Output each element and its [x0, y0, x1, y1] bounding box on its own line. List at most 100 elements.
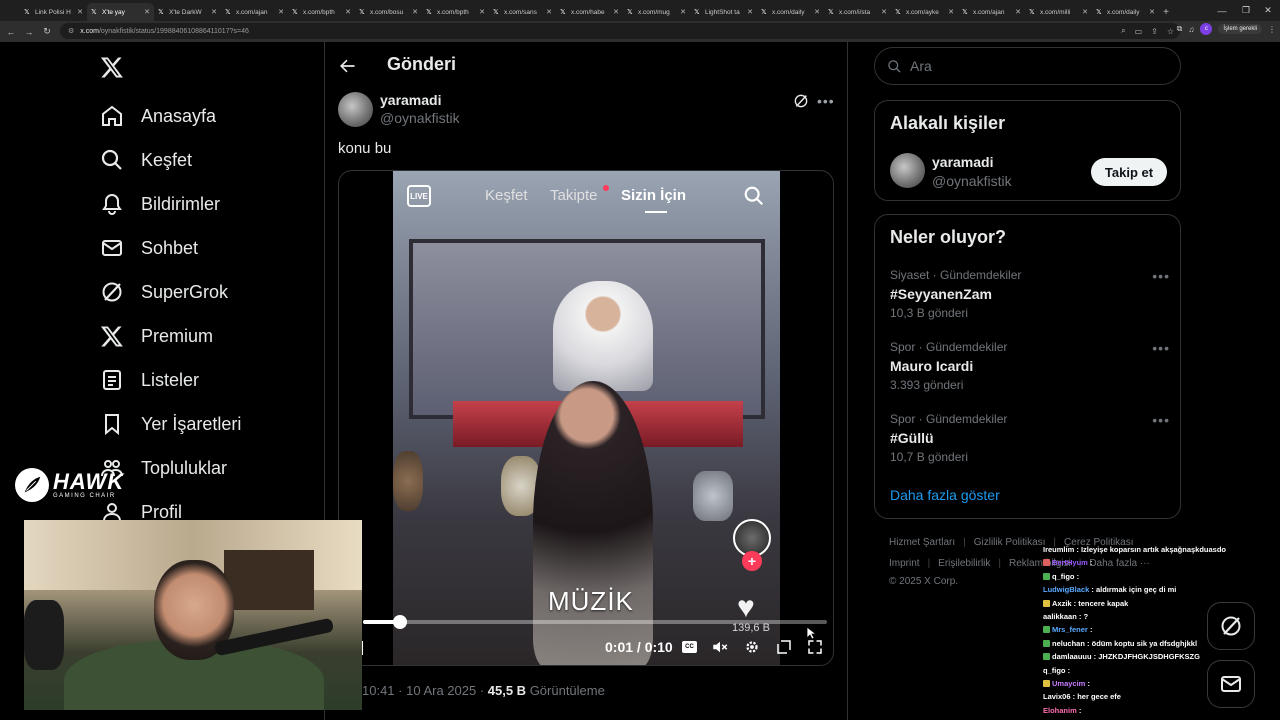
nav-item-label: Premium [141, 325, 214, 346]
trend-item[interactable]: Siyaset · Gündemdekiler #SeyyanenZam 10,… [890, 268, 1170, 320]
related-avatar[interactable] [890, 153, 925, 188]
nav-item-sohbet[interactable]: Sohbet [100, 233, 198, 263]
back-icon[interactable]: ← [2, 23, 20, 41]
back-arrow-icon[interactable] [337, 56, 357, 76]
settings-icon[interactable] [743, 638, 761, 656]
trend-more-icon[interactable]: ••• [1152, 340, 1170, 356]
trend-more-icon[interactable]: ••• [1152, 412, 1170, 428]
browser-tab[interactable]: 𝕏x.com/mug ✕ [623, 3, 690, 21]
tab-close-icon[interactable]: ✕ [144, 8, 150, 16]
footer-copyright: © 2025 X Corp. [889, 576, 959, 587]
reload-icon[interactable]: ↻ [38, 23, 56, 41]
tab-label: x.com/ayke [906, 8, 939, 16]
footer-link[interactable]: Hizmet Şartları [889, 537, 955, 548]
follow-button[interactable]: Takip et [1091, 158, 1167, 186]
pip-icon[interactable] [775, 638, 793, 656]
tab-close-icon[interactable]: ✕ [814, 8, 820, 16]
tab-close-icon[interactable]: ✕ [211, 8, 217, 16]
author-handle[interactable]: @oynakfistik [380, 110, 460, 126]
right-divider [847, 42, 848, 720]
tab-close-icon[interactable]: ✕ [613, 8, 619, 16]
show-more-link[interactable]: Daha fazla göster [890, 487, 1000, 503]
media-icon[interactable]: ♫ [1188, 25, 1194, 34]
browser-tab[interactable]: 𝕏x.com/habe ✕ [556, 3, 623, 21]
mute-icon[interactable] [711, 638, 729, 656]
trend-item[interactable]: Spor · Gündemdekiler Mauro Icardi 3.393 … [890, 340, 1170, 392]
tab-close-icon[interactable]: ✕ [345, 8, 351, 16]
close-window-icon[interactable]: ✕ [1256, 0, 1280, 21]
search-input[interactable]: Ara [874, 47, 1181, 85]
browser-tab[interactable]: 𝕏x.com/bpth ✕ [288, 3, 355, 21]
nav-item-anasayfa[interactable]: Anasayfa [100, 101, 216, 131]
post-timestamp[interactable]: 10:41 · 10 Ara 2025 · [362, 683, 488, 698]
tab-close-icon[interactable]: ✕ [412, 8, 418, 16]
author-avatar[interactable] [338, 92, 373, 127]
video-progress-bar[interactable] [363, 615, 827, 629]
tab-close-icon[interactable]: ✕ [1149, 8, 1155, 16]
tab-close-icon[interactable]: ✕ [747, 8, 753, 16]
new-tab-icon[interactable]: + [1159, 3, 1173, 21]
share-icon[interactable]: ⇪ [1151, 27, 1158, 36]
tab-close-icon[interactable]: ✕ [881, 8, 887, 16]
browser-tab[interactable]: 𝕏 X'te yay ✕ [87, 3, 154, 21]
footer-link[interactable]: Imprint [889, 558, 920, 569]
nav-item-supergrok[interactable]: SuperGrok [100, 277, 228, 307]
browser-tab[interactable]: 𝕏x.com/daily ✕ [757, 3, 824, 21]
browser-tab[interactable]: 𝕏x.com/daily ✕ [1092, 3, 1159, 21]
cast-icon[interactable]: ▭ [1135, 27, 1143, 36]
nav-item-keşfet[interactable]: Keşfet [100, 145, 192, 175]
tab-close-icon[interactable]: ✕ [1082, 8, 1088, 16]
tab-close-icon[interactable]: ✕ [948, 8, 954, 16]
chat-message: Elohanim : [1043, 704, 1243, 717]
tab-close-icon[interactable]: ✕ [77, 8, 83, 16]
nav-item-bildirimler[interactable]: Bildirimler [100, 189, 220, 219]
address-bar[interactable]: ⚙ x.com/oynakfistik/status/1998840610886… [60, 23, 1180, 39]
related-name[interactable]: yaramadi [932, 154, 993, 170]
browser-tab[interactable]: 𝕏x.com/ayke ✕ [891, 3, 958, 21]
tab-close-icon[interactable]: ✕ [546, 8, 552, 16]
tab-close-icon[interactable]: ✕ [278, 8, 284, 16]
browser-tab[interactable]: 𝕏x.com/ajan ✕ [221, 3, 288, 21]
maximize-icon[interactable]: ❐ [1234, 0, 1258, 21]
video-scrubber[interactable] [393, 615, 408, 629]
footer-link[interactable]: Gizlilik Politikası [974, 537, 1046, 548]
post-video[interactable]: LIVE Keşfet Takipte Sizin İçin + ♥ 139,6… [338, 170, 834, 666]
trend-item[interactable]: Spor · Gündemdekiler #Güllü 10,7 B gönde… [890, 412, 1170, 464]
extensions-icon[interactable]: ⧉ [1177, 24, 1183, 34]
browser-tab[interactable]: 𝕏 LightShot ta ✕ [690, 3, 757, 21]
browser-menu-icon[interactable]: ⋮ [1268, 25, 1276, 34]
fullscreen-icon[interactable] [806, 638, 824, 656]
video-frame[interactable]: LIVE Keşfet Takipte Sizin İçin + ♥ 139,6… [393, 171, 780, 665]
zoom-icon[interactable]: ⌕ [1121, 26, 1125, 36]
post-view-count: 45,5 B [487, 683, 527, 698]
browser-tab[interactable]: 𝕏x.com/sans ✕ [489, 3, 556, 21]
captions-icon[interactable]: CC [682, 641, 697, 653]
browser-tab[interactable]: 𝕏 X'te DarkW ✕ [154, 3, 221, 21]
browser-tab[interactable]: 𝕏x.com/ajan ✕ [958, 3, 1025, 21]
tab-close-icon[interactable]: ✕ [680, 8, 686, 16]
action-required-button[interactable]: İşlem gerekli [1218, 24, 1262, 34]
more-options-icon[interactable]: ••• [817, 93, 835, 109]
author-name[interactable]: yaramadi [380, 92, 441, 108]
browser-tab[interactable]: 𝕏x.com/milli ✕ [1025, 3, 1092, 21]
browser-tab[interactable]: 𝕏x.com/bpth ✕ [422, 3, 489, 21]
trend-more-icon[interactable]: ••• [1152, 268, 1170, 284]
profile-avatar[interactable]: c [1200, 23, 1213, 35]
nav-item-premium[interactable]: Premium [100, 321, 213, 351]
minimize-icon[interactable]: — [1210, 0, 1234, 21]
browser-tab[interactable]: 𝕏 Link Polisi H ✕ [20, 3, 87, 21]
x-logo-icon[interactable] [100, 55, 124, 79]
browser-tab[interactable]: 𝕏x.com/bosu ✕ [355, 3, 422, 21]
tab-close-icon[interactable]: ✕ [1015, 8, 1021, 16]
site-info-icon[interactable]: ⚙ [68, 27, 74, 35]
related-handle[interactable]: @oynakfistik [932, 173, 1012, 189]
nav-item-listeler[interactable]: Listeler [100, 365, 199, 395]
nav-item-yer-i-şaretleri[interactable]: Yer İşaretleri [100, 409, 241, 439]
forward-icon[interactable]: → [20, 23, 38, 41]
star-icon[interactable]: ☆ [1167, 27, 1174, 36]
tab-close-icon[interactable]: ✕ [479, 8, 485, 16]
grok-icon[interactable] [793, 93, 809, 109]
browser-tab[interactable]: 𝕏x.com/i/sta ✕ [824, 3, 891, 21]
footer-link[interactable]: Erişilebilirlik [938, 558, 990, 569]
tab-favicon-icon: 𝕏 [225, 8, 231, 16]
